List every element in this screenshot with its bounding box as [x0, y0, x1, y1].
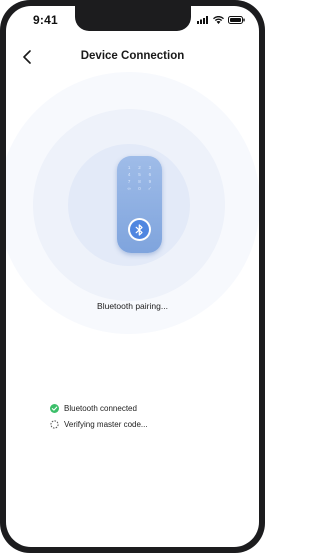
lock-keypad: 1 2 3 4 5 6 7 8 9 ∞ 0 ✓ — [124, 165, 155, 191]
step-bluetooth-connected: Bluetooth connected — [50, 403, 148, 414]
navigation-bar: Device Connection — [6, 44, 259, 72]
camera-notch — [74, 6, 191, 31]
keypad-key: 8 — [138, 179, 141, 184]
step-label: Verifying master code... — [64, 420, 148, 429]
keypad-key: 4 — [127, 172, 131, 177]
bluetooth-badge — [128, 218, 151, 241]
keypad-key: 6 — [148, 172, 152, 177]
page-title: Device Connection — [80, 50, 185, 62]
battery-icon — [228, 16, 245, 24]
wifi-icon — [213, 16, 224, 24]
keypad-key: 0 — [138, 186, 141, 191]
keypad-key: 1 — [127, 165, 131, 170]
connection-steps: Bluetooth connected Verifying master cod… — [50, 403, 148, 435]
keypad-key: ∞ — [127, 186, 131, 191]
screen: 9:41 Device Connection 1 2 3 4 5 6 7 8 9… — [6, 6, 259, 547]
smart-lock-icon: 1 2 3 4 5 6 7 8 9 ∞ 0 ✓ — [117, 156, 162, 253]
cellular-signal-icon — [197, 16, 208, 24]
status-time: 9:41 — [33, 13, 58, 27]
keypad-key: 3 — [148, 165, 152, 170]
keypad-key: 2 — [138, 165, 141, 170]
bluetooth-circle — [130, 220, 149, 239]
keypad-key: ✓ — [147, 186, 152, 191]
bluetooth-icon — [135, 223, 143, 236]
keypad-key: 7 — [127, 179, 131, 184]
phone-frame: 9:41 Device Connection 1 2 3 4 5 6 7 8 9… — [0, 0, 265, 553]
step-label: Bluetooth connected — [64, 404, 137, 413]
status-icons — [197, 16, 245, 24]
keypad-key: 9 — [148, 179, 152, 184]
step-verifying-master-code: Verifying master code... — [50, 419, 148, 430]
loading-spinner-icon — [50, 420, 59, 429]
pairing-status-text: Bluetooth pairing... — [97, 301, 168, 311]
keypad-key: 5 — [138, 172, 141, 177]
check-circle-icon — [50, 404, 59, 413]
